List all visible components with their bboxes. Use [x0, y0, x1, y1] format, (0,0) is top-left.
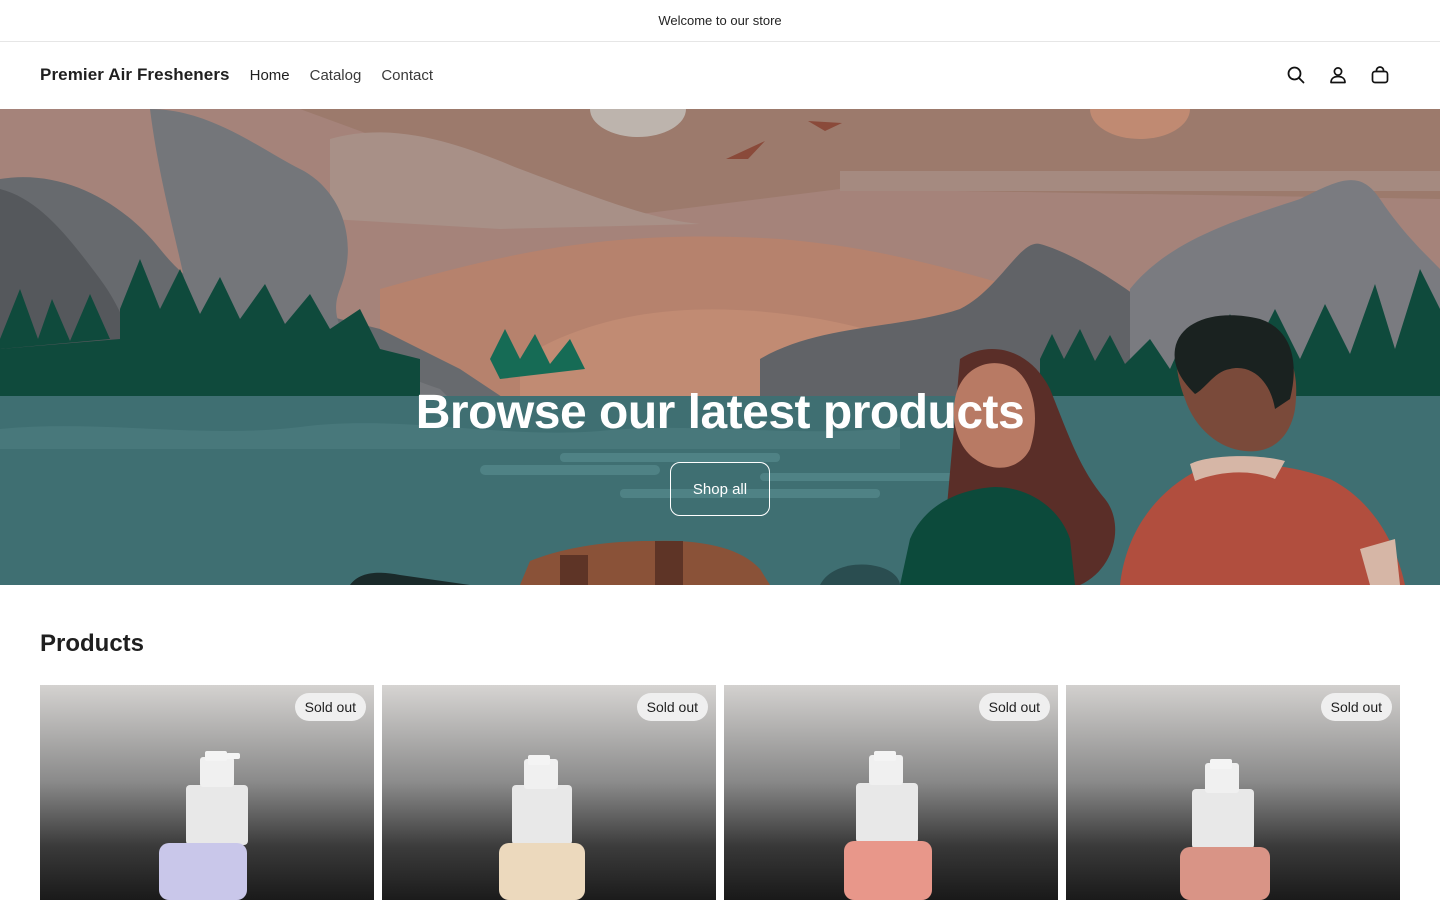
nav-catalog[interactable]: Catalog	[310, 67, 362, 84]
sold-out-badge: Sold out	[636, 693, 708, 721]
cart-icon[interactable]	[1370, 65, 1390, 85]
sold-out-badge: Sold out	[978, 693, 1050, 721]
site-header: Premier Air Fresheners Home Catalog Cont…	[0, 42, 1440, 108]
bottle-liquid	[159, 843, 247, 900]
announcement-text: Welcome to our store	[658, 13, 782, 28]
main-nav: Home Catalog Contact	[250, 67, 433, 84]
store-logo[interactable]: Premier Air Fresheners	[40, 65, 230, 85]
products-heading: Products	[40, 630, 145, 657]
bottle-liquid	[1180, 847, 1270, 900]
hero-banner: Browse our latest products Shop all	[0, 109, 1440, 585]
nav-home[interactable]: Home	[250, 67, 290, 84]
shop-all-button[interactable]: Shop all	[670, 462, 770, 516]
hero-title: Browse our latest products	[415, 386, 1025, 439]
sold-out-badge: Sold out	[1320, 693, 1392, 721]
bottle-liquid	[844, 841, 932, 900]
hero-content: Browse our latest products Shop all	[0, 109, 1440, 585]
announcement-bar: Welcome to our store	[0, 0, 1440, 42]
product-card[interactable]: Sold out	[724, 685, 1058, 900]
bottle-liquid	[499, 843, 585, 900]
product-card[interactable]: Sold out	[1066, 685, 1400, 900]
product-card[interactable]: Sold out	[382, 685, 716, 900]
nav-contact[interactable]: Contact	[381, 67, 433, 84]
product-grid: Sold out Sold out Sold out Sold out	[40, 685, 1400, 900]
product-card[interactable]: Sold out	[40, 685, 374, 900]
header-icons	[1286, 42, 1390, 108]
sold-out-badge: Sold out	[294, 693, 366, 721]
account-icon[interactable]	[1328, 65, 1348, 85]
search-icon[interactable]	[1286, 65, 1306, 85]
